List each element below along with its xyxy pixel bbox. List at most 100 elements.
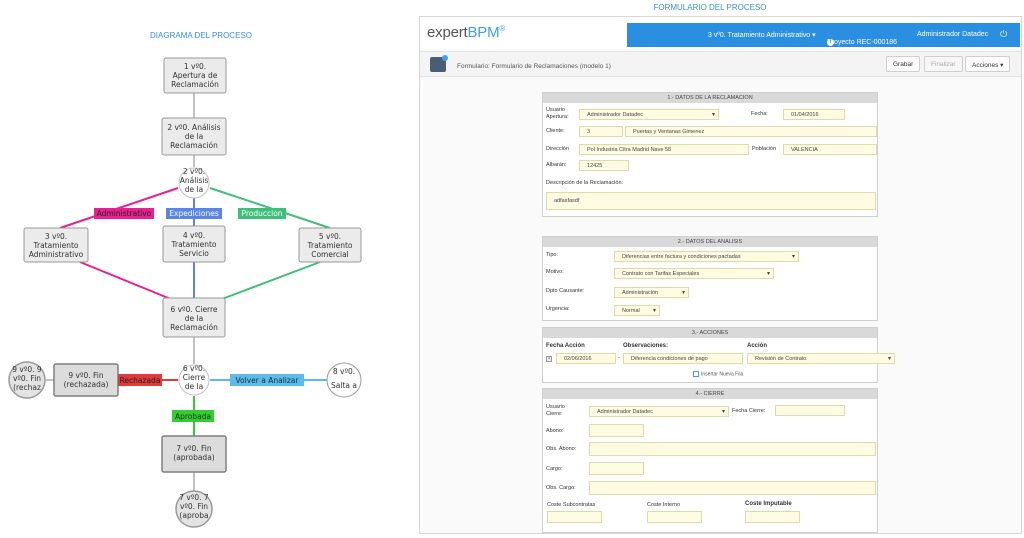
fecha-cierre-label: Fecha Cierre: bbox=[732, 408, 766, 414]
actions-dropdown[interactable]: Acciones ▾ bbox=[965, 56, 1011, 72]
node-administrativo-line-1: 3 vº0. bbox=[45, 232, 67, 241]
cliente-nombre-field[interactable]: Puertas y Ventanas Gimenez bbox=[625, 126, 877, 137]
node-fin-aprobada-partial[interactable]: 7 vº0. 7 vº0. Fin (aproba bbox=[175, 490, 213, 528]
coste-imputable-label: Coste Imputable bbox=[745, 501, 792, 507]
node-fin-aprobada-partial-line-3: (aproba bbox=[179, 511, 208, 520]
node-apertura[interactable]: 1 vº0. Apertura de Reclamación bbox=[163, 57, 227, 94]
node-analisis-line-2: de la bbox=[185, 132, 203, 141]
coste-interno-field[interactable] bbox=[647, 511, 702, 523]
node-cierre[interactable]: 6 vº0. Cierre de la Reclamación bbox=[162, 297, 226, 338]
node-decision-analisis-line-2: Análisis bbox=[180, 176, 209, 185]
node-fin-rechazada-partial[interactable]: 9 vº0. 9 vº0. Fin (rechaz bbox=[8, 361, 46, 399]
node-analisis[interactable]: 2 vº0. Análisis de la Reclamación bbox=[161, 117, 227, 156]
obs-abono-label: Obs. Abono: bbox=[546, 446, 577, 452]
node-decision-analisis[interactable]: 2 vº0. Análisis de la bbox=[178, 167, 210, 199]
motivo-select[interactable]: Contrato con Tarifas Especiales bbox=[614, 268, 774, 279]
usuario-cierre-select[interactable]: Administrador Datadec bbox=[589, 406, 729, 417]
dpto-select[interactable]: Administración bbox=[614, 287, 689, 298]
cliente-label: Cliente: bbox=[546, 128, 565, 134]
direccion-label: Dirección bbox=[546, 146, 569, 152]
form-title: Formulario: Formulario de Reclamaciones … bbox=[457, 63, 611, 70]
separator-dash: - bbox=[618, 355, 620, 361]
save-button[interactable]: Grabar bbox=[886, 56, 921, 72]
expertbpm-logo[interactable]: expertBPM® bbox=[427, 24, 505, 41]
abono-field[interactable] bbox=[589, 424, 644, 437]
coste-imputable-field[interactable] bbox=[745, 511, 800, 523]
tipo-select[interactable]: Diferencias entre factura y condiciones … bbox=[614, 251, 799, 262]
panel-datos-reclamacion: 1.- DATOS DE LA RECLAMACION Usuario Aper… bbox=[542, 92, 878, 217]
flow-label-volver[interactable]: Volver a Analizar bbox=[230, 374, 304, 386]
node-fin-rechazada-line-2: (rechazada) bbox=[64, 380, 109, 389]
direccion-field[interactable]: Pol Industria Citra Madrid Nave 58 bbox=[579, 144, 749, 155]
node-fin-rechazada-partial-line-2: vº0. Fin bbox=[13, 374, 41, 383]
panel-cierre: 4.- CIERRE Usuario Cierre: Administrador… bbox=[542, 388, 878, 533]
node-comercial-line-3: Comercial bbox=[311, 250, 349, 259]
node-fin-rechazada[interactable]: 9 vº0. Fin (rechazada) bbox=[53, 363, 119, 397]
albaran-label: Albarán: bbox=[546, 162, 567, 168]
node-administrativo[interactable]: 3 vº0. Tratamiento Administrativo bbox=[23, 227, 89, 263]
finish-button[interactable]: Finalizar bbox=[924, 56, 963, 72]
accion-fecha-field[interactable]: 02/06/2016 bbox=[556, 353, 616, 364]
node-administrativo-line-3: Administrativo bbox=[29, 250, 84, 259]
logo-bpm: BPM bbox=[467, 24, 500, 41]
flow-label-rechazada[interactable]: Rechazada bbox=[118, 374, 162, 386]
nav-user[interactable]: Administrador Datadec bbox=[917, 31, 988, 38]
node-salta[interactable]: 8 vº0. Salta a bbox=[326, 362, 362, 398]
obs-abono-field[interactable] bbox=[589, 442, 876, 456]
form-toolbar: Formulario: Formulario de Reclamaciones … bbox=[420, 51, 1021, 77]
descripcion-label: Descripción de la Reclamación: bbox=[546, 180, 624, 186]
form-section-title: FORMULARIO DEL PROCESO bbox=[653, 3, 767, 12]
node-comercial-line-2: Tratamiento bbox=[307, 241, 353, 250]
fecha-label: Fecha: bbox=[751, 111, 768, 117]
logo-mark: ® bbox=[499, 24, 506, 33]
panel-acciones: 3.- ACCIONES Fecha Acción Observaciones:… bbox=[542, 327, 895, 383]
node-fin-aprobada[interactable]: 7 vº0. Fin (aprobada) bbox=[161, 435, 227, 473]
dpto-label: Dpto Causante: bbox=[546, 288, 585, 294]
node-decision-cierre-line-1: 6 vº0. bbox=[183, 364, 205, 373]
usuario-apertura-select[interactable]: Administrador Datadec bbox=[579, 109, 719, 120]
fecha-cierre-field[interactable] bbox=[775, 405, 845, 416]
coste-subcontratas-field[interactable] bbox=[547, 511, 602, 523]
process-diagram: 1 vº0. Apertura de Reclamación 2 vº0. An… bbox=[8, 57, 362, 528]
node-servicio[interactable]: 4 vº0. Tratamiento Servicio bbox=[162, 225, 226, 263]
node-decision-analisis-line-3: de la bbox=[185, 185, 203, 194]
accion-observaciones-field[interactable]: Diferencia condiciones de pago bbox=[623, 353, 743, 364]
node-apertura-line-1: 1 vº0. bbox=[184, 62, 206, 71]
screen: DIAGRAMA DEL PROCESO 1 vº0. Apertura de … bbox=[0, 0, 1024, 538]
nav-project-label: Proyecto REC-000186 bbox=[827, 39, 898, 46]
insert-row-link[interactable]: Insertar Nueva Fila bbox=[693, 371, 743, 377]
delete-row-icon[interactable]: × bbox=[546, 356, 552, 362]
top-bar: expertBPM® 3 vº0. Tratamiento Administra… bbox=[420, 17, 1021, 49]
node-decision-cierre[interactable]: 6 vº0. Cierre de la bbox=[178, 364, 210, 396]
urgencia-select[interactable]: Normal bbox=[614, 305, 660, 316]
node-apertura-line-3: Reclamación bbox=[171, 80, 219, 89]
cargo-field[interactable] bbox=[589, 462, 644, 475]
nav-bar: 3 vº0. Tratamiento Administrativo ▾ Proy… bbox=[627, 23, 1020, 47]
usuario-apertura-label-2: Apertura: bbox=[546, 114, 569, 120]
usuario-apertura-label-1: Usuario bbox=[546, 107, 565, 113]
node-fin-rechazada-line-1: 9 vº0. Fin bbox=[68, 371, 104, 380]
flow-label-produccion[interactable]: Produccion bbox=[238, 208, 286, 219]
flow-label-aprobada[interactable]: Aprobada bbox=[172, 410, 214, 422]
cliente-codigo-field[interactable]: 3 bbox=[579, 126, 623, 137]
connector-comercial-cierre bbox=[213, 261, 321, 303]
accion-select[interactable]: Revisión de Contrato bbox=[747, 353, 895, 364]
node-servicio-line-3: Servicio bbox=[179, 249, 209, 258]
flow-label-administrativo[interactable]: Administrativo bbox=[94, 208, 154, 219]
col-observaciones: Observaciones: bbox=[623, 343, 669, 349]
flow-label-expediciones[interactable]: Expediciones bbox=[166, 208, 222, 219]
obs-cargo-field[interactable] bbox=[589, 481, 876, 495]
node-servicio-line-1: 4 vº0. bbox=[183, 231, 205, 240]
node-comercial[interactable]: 5 vº0. Tratamiento Comercial bbox=[298, 227, 362, 263]
nav-task-dropdown[interactable]: 3 vº0. Tratamiento Administrativo ▾ bbox=[708, 31, 816, 39]
albaran-field[interactable]: 12425 bbox=[579, 160, 629, 171]
flow-label-rechazada-text: Rechazada bbox=[120, 376, 161, 385]
power-icon[interactable]: ⏻ bbox=[1000, 29, 1007, 40]
fecha-field[interactable]: 01/04/2016 bbox=[783, 109, 845, 120]
insert-row-label: Insertar Nueva Fila bbox=[701, 371, 744, 378]
descripcion-textarea[interactable]: adfasfasdf bbox=[546, 192, 876, 210]
urgencia-label: Urgencia: bbox=[546, 306, 570, 312]
poblacion-field[interactable]: VALENCIA bbox=[783, 144, 877, 155]
node-decision-cierre-line-3: de la bbox=[185, 382, 203, 391]
panel-datos-analisis: 2.- DATOS DEL ANALISIS Tipo: Diferencias… bbox=[542, 236, 878, 321]
